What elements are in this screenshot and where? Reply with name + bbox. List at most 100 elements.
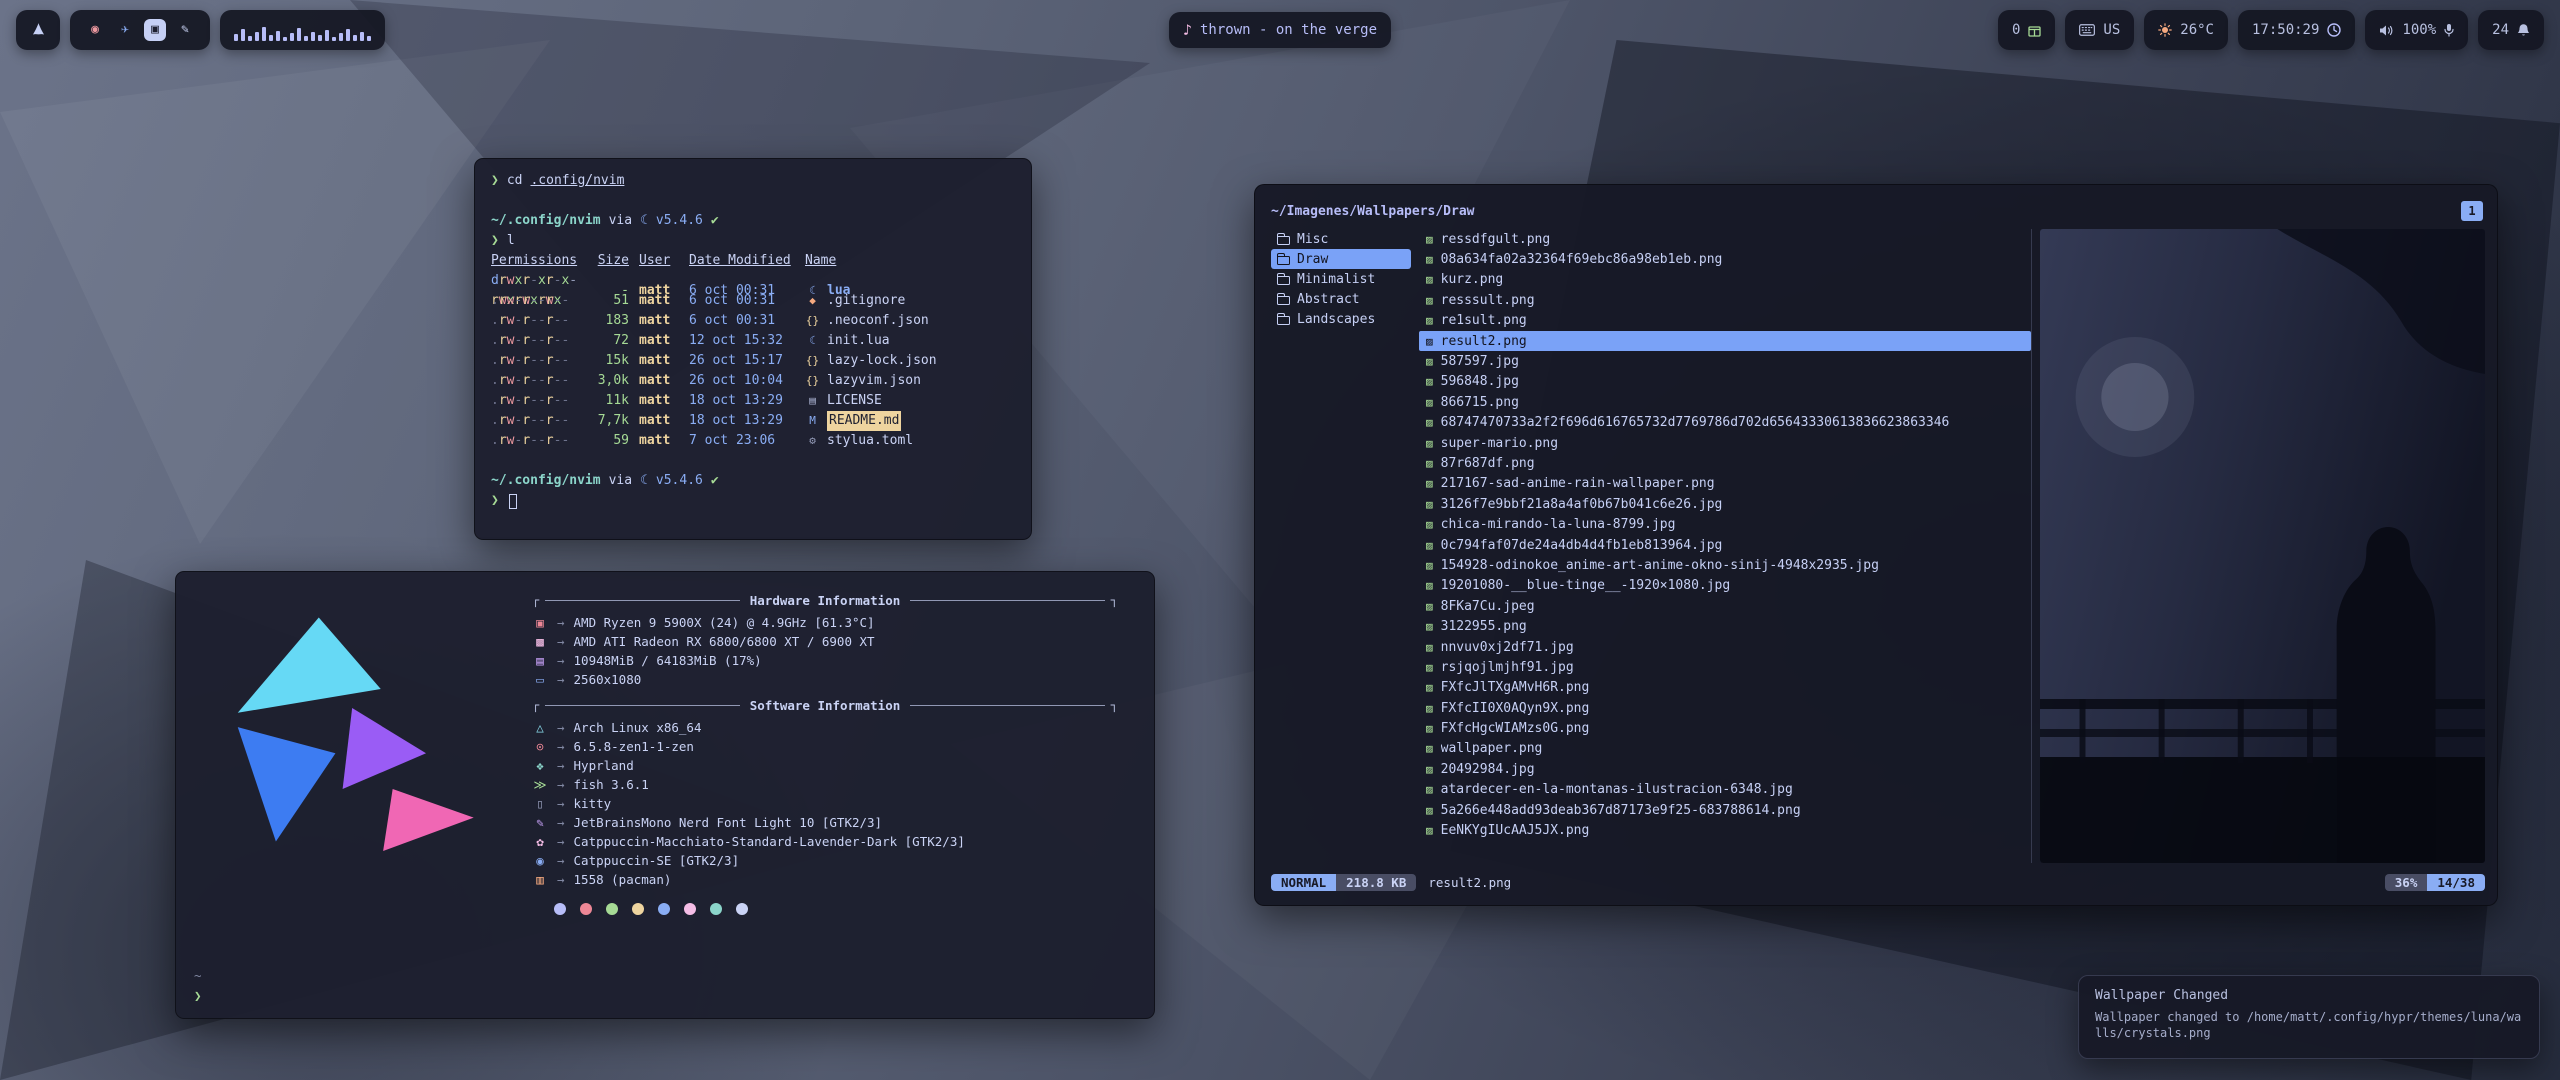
folder-name: Minimalist bbox=[1297, 272, 1375, 287]
file-row[interactable]: ▨re1sult.png bbox=[1419, 311, 2031, 331]
sidebar-folder-abstract[interactable]: Abstract bbox=[1271, 289, 1411, 309]
breadcrumb-path: ~/Imagenes/Wallpapers/Draw bbox=[1271, 204, 1475, 219]
sidebar-folder-misc[interactable]: Misc bbox=[1271, 229, 1411, 249]
hardware-title: Hardware Information bbox=[746, 593, 905, 608]
sidebar-folder-landscapes[interactable]: Landscapes bbox=[1271, 309, 1411, 329]
media-widget[interactable]: ♪ thrown - on the verge bbox=[1169, 12, 1391, 48]
file-manager-window[interactable]: ~/Imagenes/Wallpapers/Draw 1 MiscDraw Min… bbox=[1254, 184, 2498, 906]
sidebar-folder-draw[interactable]: Draw bbox=[1271, 249, 1411, 269]
image-file-icon: ▨ bbox=[1426, 273, 1433, 286]
updates-widget[interactable]: 0 bbox=[1998, 10, 2055, 50]
workspace-button-2[interactable]: ✈ bbox=[114, 19, 136, 41]
file-user: matt bbox=[639, 431, 679, 451]
file-row[interactable]: ▨resssult.png bbox=[1419, 290, 2031, 310]
file-user: matt bbox=[639, 411, 679, 431]
file-row[interactable]: ▨20492984.jpg bbox=[1419, 759, 2031, 779]
terminal-cursor[interactable] bbox=[509, 494, 517, 509]
file-row[interactable]: ▨8FKa7Cu.jpeg bbox=[1419, 596, 2031, 616]
sidebar-folder-minimalist[interactable]: Minimalist bbox=[1271, 269, 1411, 289]
info-value: 1558 (pacman) bbox=[574, 872, 672, 887]
file-row[interactable]: ▨154928-odinokoe_anime-art-anime-okno-si… bbox=[1419, 555, 2031, 575]
file-name: re1sult.png bbox=[1441, 313, 1527, 328]
weather-widget[interactable]: 26°C bbox=[2144, 10, 2228, 50]
clock-widget[interactable]: 17:50:29 bbox=[2238, 10, 2355, 50]
notifications-widget[interactable]: 24 bbox=[2478, 10, 2544, 50]
col-name: Name bbox=[805, 251, 1015, 271]
file-row[interactable]: ▨rsjqojlmjhf91.jpg bbox=[1419, 657, 2031, 677]
software-section-header: ┌ Software Information ┐ bbox=[532, 695, 1118, 715]
file-row[interactable]: ▨wallpaper.png bbox=[1419, 739, 2031, 759]
file-row[interactable]: ▨FXfcHgcWIAMzs0G.png bbox=[1419, 718, 2031, 738]
file-row[interactable]: ▨68747470733a2f2f696d616765732d7769786d7… bbox=[1419, 413, 2031, 433]
file-row[interactable]: ▨FXfcJlTXgAMvH6R.png bbox=[1419, 678, 2031, 698]
visualizer-bar bbox=[332, 37, 336, 41]
file-row[interactable]: ▨nnvuv0xj2df71.jpg bbox=[1419, 637, 2031, 657]
workspace-pill: ◉ ✈ ▣ ✎ bbox=[70, 10, 210, 50]
visualizer-bar bbox=[262, 27, 266, 41]
file-name: chica-mirando-la-luna-8799.jpg bbox=[1441, 517, 1676, 532]
file-row[interactable]: ▨result2.png bbox=[1419, 331, 2031, 351]
file-row[interactable]: ▨596848.jpg bbox=[1419, 372, 2031, 392]
fetch-terminal-window[interactable]: ┌ Hardware Information ┐ ▣→AMD Ryzen 9 5… bbox=[175, 571, 1155, 1019]
prompt-symbol: ❯ bbox=[491, 171, 499, 191]
file-row[interactable]: ▨ressdfgult.png bbox=[1419, 229, 2031, 249]
file-row[interactable]: ▨3126f7e9bbf21a8a4af0b67b041c6e26.jpg bbox=[1419, 494, 2031, 514]
info-line-shell: ≫→fish 3.6.1 bbox=[532, 775, 1118, 794]
image-file-icon: ▨ bbox=[1426, 579, 1433, 592]
info-value: Arch Linux x86_64 bbox=[574, 720, 702, 735]
workspace-button-1[interactable]: ◉ bbox=[84, 19, 106, 41]
image-file-icon: ▨ bbox=[1426, 620, 1433, 633]
file-name: rsjqojlmjhf91.jpg bbox=[1441, 660, 1574, 675]
file-row[interactable]: ▨atardecer-en-la-montanas-ilustracion-63… bbox=[1419, 780, 2031, 800]
ls-row: .rw-r--r--3,0kmatt26 oct 10:04{}lazyvim.… bbox=[491, 371, 1015, 391]
file-row[interactable]: ▨87r687df.png bbox=[1419, 453, 2031, 473]
visualizer-bar bbox=[283, 37, 287, 41]
workspace-button-3[interactable]: ▣ bbox=[144, 19, 166, 41]
arrow-icon: → bbox=[557, 739, 565, 754]
perm-char: r bbox=[522, 333, 530, 348]
file-row[interactable]: ▨217167-sad-anime-rain-wallpaper.png bbox=[1419, 474, 2031, 494]
info-value: 10948MiB / 64183MiB (17%) bbox=[574, 653, 762, 668]
file-row[interactable]: ▨5a266e448add93deab367d87173e9f25-683788… bbox=[1419, 800, 2031, 820]
file-user: matt bbox=[639, 311, 679, 331]
audio-widget[interactable]: 100% bbox=[2365, 10, 2468, 50]
file-row[interactable]: ▨super-mario.png bbox=[1419, 433, 2031, 453]
palette-dot bbox=[684, 903, 696, 915]
image-file-icon: ▨ bbox=[1426, 396, 1433, 409]
arrow-icon: → bbox=[557, 758, 565, 773]
file-row[interactable]: ▨19201080-__blue-tinge__-1920×1080.jpg bbox=[1419, 576, 2031, 596]
image-file-icon: ▨ bbox=[1426, 783, 1433, 796]
software-info-list: △→Arch Linux x86_64⊙→6.5.8-zen1-1-zen❖→H… bbox=[532, 718, 1118, 889]
file-row[interactable]: ▨0c794faf07de24a4db4d4fb1eb813964.jpg bbox=[1419, 535, 2031, 555]
workspace-button-4[interactable]: ✎ bbox=[174, 19, 196, 41]
tab-indicator[interactable]: 1 bbox=[2461, 201, 2483, 221]
file-row[interactable]: ▨FXfcII0X0AQyn9X.png bbox=[1419, 698, 2031, 718]
file-row[interactable]: ▨EeNKYgIUcAAJ5JX.png bbox=[1419, 820, 2031, 840]
file-row[interactable]: ▨3122955.png bbox=[1419, 616, 2031, 636]
file-row[interactable]: ▨kurz.png bbox=[1419, 270, 2031, 290]
launcher-button[interactable] bbox=[16, 10, 60, 50]
file-row[interactable]: ▨587597.jpg bbox=[1419, 351, 2031, 371]
perm-char: - bbox=[530, 413, 538, 428]
perm-char: - bbox=[530, 373, 538, 388]
keyboard-layout-widget[interactable]: US bbox=[2065, 10, 2134, 50]
folder-icon bbox=[1277, 256, 1290, 265]
arrow-icon: → bbox=[557, 853, 565, 868]
ls-row: drwxr-xr-x-rwxrwxrwx-matt6 oct 00:31☾lua bbox=[491, 271, 1015, 291]
file-user: matt bbox=[639, 371, 679, 391]
terminal-window[interactable]: ❯cd.config/nvim ~/.config/nvimvia☾v5.4.6… bbox=[474, 158, 1032, 540]
visualizer-bar bbox=[255, 32, 259, 41]
file-row[interactable]: ▨chica-mirando-la-luna-8799.jpg bbox=[1419, 514, 2031, 534]
arrow-icon: → bbox=[557, 672, 565, 687]
file-name: lazy-lock.json bbox=[827, 351, 937, 371]
file-name: README.md bbox=[827, 411, 901, 431]
image-file-icon: ▨ bbox=[1426, 702, 1433, 715]
audio-visualizer[interactable] bbox=[220, 10, 385, 50]
file-permissions: .rw-r--r-- bbox=[491, 311, 579, 331]
file-row[interactable]: ▨866715.png bbox=[1419, 392, 2031, 412]
file-row[interactable]: ▨08a634fa02a32364f69ebc86a98eb1eb.png bbox=[1419, 249, 2031, 269]
notification-popup[interactable]: Wallpaper Changed Wallpaper changed to /… bbox=[2078, 975, 2540, 1059]
arrow-icon: → bbox=[557, 615, 565, 630]
file-name: 5a266e448add93deab367d87173e9f25-6837886… bbox=[1441, 803, 1801, 818]
info-value: 6.5.8-zen1-1-zen bbox=[574, 739, 694, 754]
